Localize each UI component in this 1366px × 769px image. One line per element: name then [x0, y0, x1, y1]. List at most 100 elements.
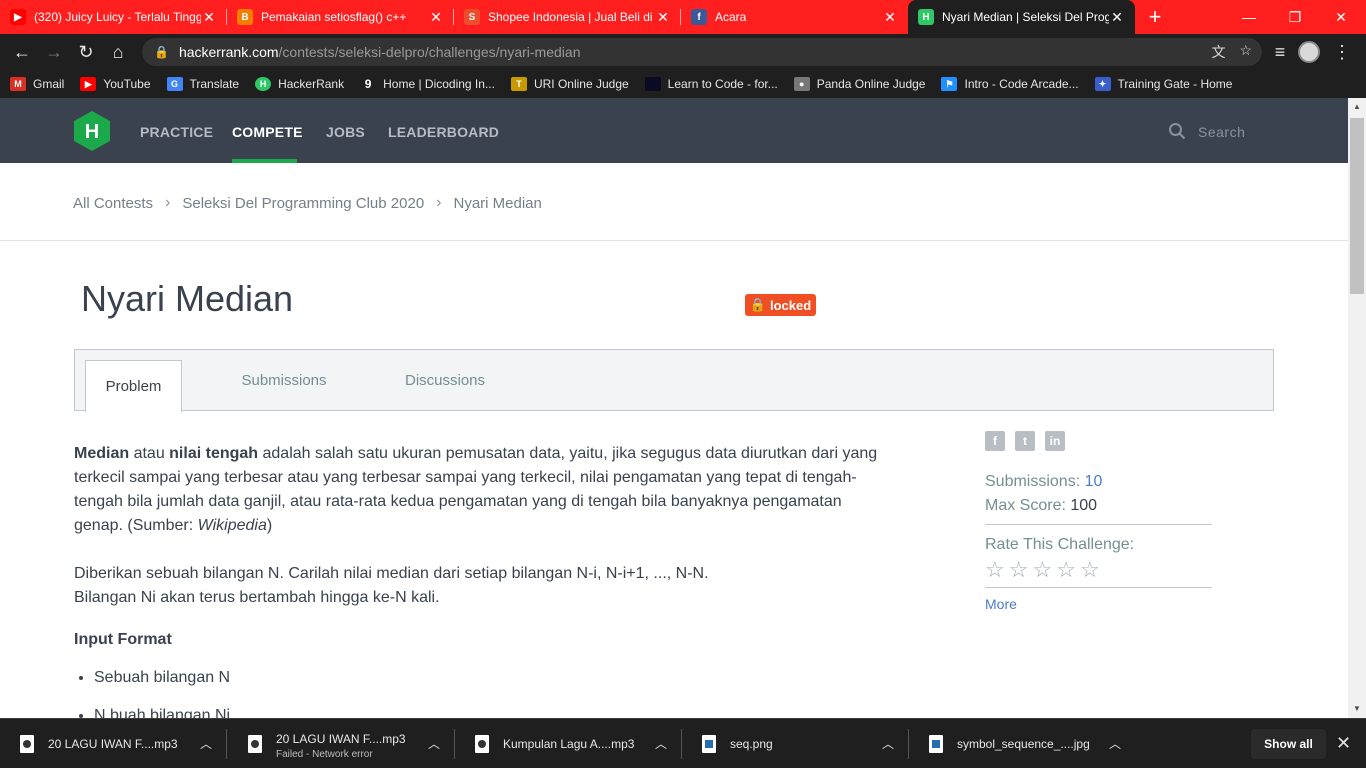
- active-nav-indicator: [232, 159, 297, 163]
- bookmark-training-gate[interactable]: ✦ Training Gate - Home: [1094, 77, 1232, 91]
- address-bar[interactable]: 🔒 hackerrank.com /contests/seleksi-delpr…: [142, 38, 1262, 66]
- close-tab-icon[interactable]: ✕: [655, 9, 671, 26]
- download-item[interactable]: 20 LAGU IWAN F....mp3 ︿: [0, 719, 227, 769]
- submissions-count[interactable]: 10: [1085, 473, 1103, 490]
- svg-text:H: H: [85, 121, 99, 143]
- tab-title: Acara: [715, 10, 747, 24]
- star-icon[interactable]: ☆: [985, 559, 1005, 581]
- bookmark-hackerrank[interactable]: H HackerRank: [255, 77, 344, 91]
- breadcrumb-contest[interactable]: Seleksi Del Programming Club 2020: [182, 195, 424, 212]
- list-item: N buah bilangan Ni: [94, 704, 884, 718]
- scroll-down-icon[interactable]: ▼: [1352, 704, 1362, 714]
- facebook-icon: f: [691, 9, 707, 25]
- bookmark-panda[interactable]: ● Panda Online Judge: [793, 77, 925, 91]
- bookmark-dicoding[interactable]: 9 Home | Dicoding In...: [360, 77, 495, 91]
- bookmark-freecodecamp[interactable]: Learn to Code - for...: [644, 77, 778, 91]
- chevron-up-icon[interactable]: ︿: [655, 735, 667, 752]
- more-link[interactable]: More: [985, 596, 1212, 612]
- download-item[interactable]: seq.png ︿: [682, 719, 909, 769]
- problem-statement: Median atau nilai tengah adalah salah sa…: [74, 442, 884, 718]
- translate-icon: G: [166, 77, 183, 91]
- page-scrollbar[interactable]: ▲ ▼: [1348, 98, 1366, 718]
- url-host: hackerrank.com: [178, 44, 279, 60]
- minimize-button[interactable]: —: [1226, 0, 1272, 34]
- breadcrumb-all-contests[interactable]: All Contests: [73, 195, 153, 212]
- download-item[interactable]: symbol_sequence_....jpg ︿: [909, 719, 1136, 769]
- trophy-icon: T: [510, 77, 527, 91]
- chevron-up-icon[interactable]: ︿: [882, 735, 894, 752]
- close-tab-icon[interactable]: ✕: [428, 9, 444, 26]
- submissions-stat: Submissions: 10: [985, 473, 1103, 490]
- scroll-up-icon[interactable]: ▲: [1352, 102, 1362, 112]
- star-icon[interactable]: ☆: [1056, 559, 1076, 581]
- close-tab-icon[interactable]: ✕: [1109, 9, 1125, 26]
- audio-file-icon: [20, 735, 34, 753]
- bookmark-youtube[interactable]: ▶ YouTube: [80, 77, 151, 91]
- close-tab-icon[interactable]: ✕: [201, 9, 217, 26]
- site-header: H PRACTICE COMPETE JOBS LEADERBOARD Sear…: [0, 98, 1348, 163]
- nav-practice[interactable]: PRACTICE: [140, 124, 213, 140]
- search-icon[interactable]: [1168, 122, 1186, 140]
- translate-page-icon[interactable]: 文: [1211, 42, 1225, 62]
- badge-label: locked: [770, 297, 812, 313]
- chevron-up-icon[interactable]: ︿: [428, 735, 440, 752]
- tab-discussions[interactable]: Discussions: [390, 350, 500, 411]
- nav-leaderboard[interactable]: LEADERBOARD: [388, 124, 499, 140]
- scroll-thumb[interactable]: [1350, 118, 1364, 294]
- bookmark-uri[interactable]: T URI Online Judge: [510, 77, 629, 91]
- browser-tab[interactable]: B Pemakaian setiosflag() c++ ✕: [227, 0, 454, 34]
- linkedin-icon[interactable]: in: [1045, 431, 1065, 451]
- home-icon[interactable]: ⌂: [102, 36, 134, 68]
- tab-title: (320) Juicy Luicy - Terlalu Tinggi: [34, 10, 201, 24]
- bookmark-star-icon[interactable]: ☆: [1239, 42, 1252, 62]
- menu-icon[interactable]: ⋮: [1326, 36, 1358, 68]
- close-window-button[interactable]: ✕: [1318, 0, 1364, 34]
- chevron-up-icon[interactable]: ︿: [1109, 735, 1121, 752]
- forward-icon[interactable]: →: [38, 36, 70, 68]
- bookmark-codesignal[interactable]: ⚑ Intro - Code Arcade...: [941, 77, 1079, 91]
- browser-tab[interactable]: f Acara ✕: [681, 0, 908, 34]
- breadcrumb: All Contests › Seleksi Del Programming C…: [73, 194, 542, 212]
- gmail-icon: M: [10, 77, 26, 91]
- url-path: /contests/seleksi-delpro/challenges/nyar…: [278, 44, 581, 60]
- blogger-icon: B: [237, 9, 253, 25]
- freecodecamp-icon: [644, 77, 661, 91]
- avatar[interactable]: [1298, 41, 1320, 63]
- media-control-icon[interactable]: ≡: [1264, 36, 1296, 68]
- star-icon[interactable]: ☆: [1080, 559, 1100, 581]
- chevron-up-icon[interactable]: ︿: [200, 735, 212, 752]
- tab-submissions[interactable]: Submissions: [225, 350, 343, 411]
- twitter-icon[interactable]: t: [1015, 431, 1035, 451]
- star-icon[interactable]: ☆: [1009, 559, 1029, 581]
- lock-icon: 🔒: [154, 45, 169, 59]
- download-item[interactable]: 20 LAGU IWAN F....mp3 Failed - Network e…: [228, 719, 455, 769]
- bookmark-gmail[interactable]: M Gmail: [10, 77, 64, 91]
- new-tab-button[interactable]: +: [1135, 0, 1175, 34]
- list-item: Sebuah bilangan N: [94, 666, 884, 690]
- download-status: Failed - Network error: [276, 749, 373, 760]
- tab-problem[interactable]: Problem: [85, 360, 182, 412]
- browser-tab[interactable]: S Shopee Indonesia | Jual Beli di ✕: [454, 0, 681, 34]
- panda-icon: ●: [793, 77, 810, 91]
- hackerrank-logo[interactable]: H: [73, 111, 111, 151]
- close-tab-icon[interactable]: ✕: [882, 9, 898, 26]
- close-icon[interactable]: ✕: [1336, 733, 1351, 754]
- download-item[interactable]: Kumpulan Lagu A....mp3 ︿: [455, 719, 682, 769]
- page-title: Nyari Median: [81, 278, 294, 319]
- restore-button[interactable]: ❐: [1272, 0, 1318, 34]
- reload-icon[interactable]: ↻: [70, 36, 102, 68]
- star-icon[interactable]: ☆: [1032, 559, 1052, 581]
- search-input[interactable]: Search: [1198, 124, 1245, 140]
- nav-jobs[interactable]: JOBS: [326, 124, 365, 140]
- browser-tab-active[interactable]: H Nyari Median | Seleksi Del Prog ✕: [908, 0, 1135, 34]
- facebook-icon[interactable]: f: [985, 431, 1005, 451]
- divider: [0, 240, 1348, 241]
- back-icon[interactable]: ←: [6, 36, 38, 68]
- nav-compete[interactable]: COMPETE: [232, 124, 303, 140]
- show-all-button[interactable]: Show all: [1251, 729, 1326, 759]
- bookmark-translate[interactable]: G Translate: [166, 77, 239, 91]
- image-file-icon: [929, 735, 943, 753]
- dicoding-icon: 9: [364, 77, 372, 91]
- rate-label: Rate This Challenge:: [985, 536, 1135, 553]
- browser-tab[interactable]: ▶ (320) Juicy Luicy - Terlalu Tinggi ✕: [0, 0, 227, 34]
